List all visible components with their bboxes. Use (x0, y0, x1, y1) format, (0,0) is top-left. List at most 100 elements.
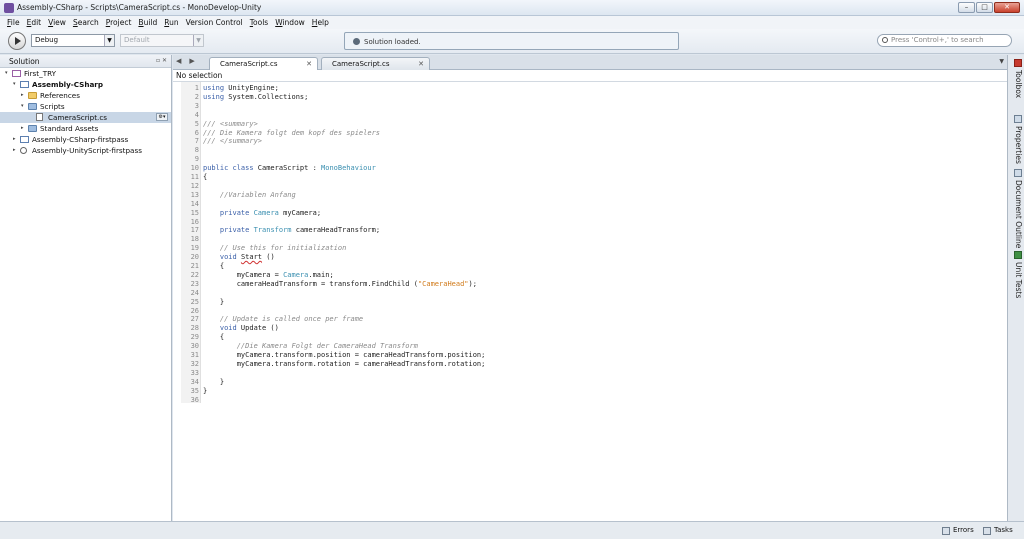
folder-blue-icon (28, 103, 37, 110)
chevron-down-icon: ▼ (193, 35, 203, 46)
code-token: Camera (253, 208, 279, 217)
tree-item[interactable]: ▸ Assembly-CSharp-firstpass (0, 134, 171, 145)
menu-item[interactable]: Tools (250, 18, 268, 27)
code-token: using (203, 92, 225, 101)
menu-item[interactable]: Window (275, 18, 305, 27)
collapsed-arrow-icon[interactable]: ▸ (21, 90, 24, 101)
minimize-button[interactable]: – (958, 2, 975, 13)
code-token: Update () (236, 324, 279, 333)
close-tab-icon[interactable]: ✕ (418, 58, 424, 70)
code-line: 8 (181, 146, 203, 155)
pad-icon (1014, 59, 1022, 67)
close-tab-icon[interactable]: ✕ (306, 58, 312, 70)
menu-label: iew (53, 18, 66, 27)
menu-item[interactable]: File (7, 18, 20, 27)
line-number: 4 (194, 110, 199, 119)
line-number: 23 (190, 279, 199, 288)
tree-item[interactable]: ▾ First_TRY (0, 68, 171, 79)
document-tab[interactable]: CameraScript.cs ✕ (321, 57, 430, 70)
code-token: } (203, 377, 225, 386)
pad-tab[interactable]: Unit Tests (1010, 251, 1023, 298)
close-button[interactable]: ✕ (994, 2, 1020, 13)
code-editor[interactable]: 1 using UnityEngine; 2 using System.Collect… (173, 82, 1007, 521)
collapsed-arrow-icon[interactable]: ▸ (21, 123, 24, 134)
line-number: 14 (190, 199, 199, 208)
tree-item[interactable]: ▾ Scripts (0, 101, 171, 112)
run-button[interactable] (8, 32, 26, 50)
code-token: cameraHeadTransform = transform.FindChil… (203, 279, 418, 288)
menu-item[interactable]: Help (312, 18, 329, 27)
tab-scroll-arrows-icon[interactable]: ◀▶ (176, 57, 203, 65)
expanded-arrow-icon[interactable]: ▾ (21, 101, 24, 112)
code-token: using (203, 84, 225, 92)
code-token: myCamera.transform.position = cameraHead… (203, 351, 486, 359)
menu-label: Version Control (185, 18, 243, 27)
tab-label: CameraScript.cs (220, 60, 278, 68)
tree-item[interactable]: ▸ Assembly-UnityScript-firstpass (0, 145, 171, 156)
menu-item[interactable]: View (48, 18, 66, 27)
menu-item[interactable]: Version Control (186, 18, 243, 27)
line-number: 20 (190, 253, 199, 262)
code-token: MonoBehaviour (321, 164, 376, 173)
menu-label: dit (31, 18, 42, 27)
tree-item[interactable]: CameraScript.cs ⚙▾ (0, 112, 171, 123)
tree-item-label: Assembly-UnityScript-firstpass (32, 146, 142, 155)
pad-tab[interactable]: Toolbox (1010, 59, 1023, 98)
status-bar: Errors Tasks (0, 521, 1024, 539)
line-number: 26 (190, 306, 199, 315)
pad-tab-label: Unit Tests (1014, 262, 1023, 299)
menu-item[interactable]: Build (138, 18, 157, 27)
errors-pad-button[interactable]: Errors (942, 525, 974, 536)
menu-item[interactable]: Search (73, 18, 99, 27)
line-number: 29 (190, 333, 199, 342)
code-line: 30 //Die Kamera Folgt der CameraHead Tra… (181, 342, 418, 351)
collapsed-arrow-icon[interactable]: ▸ (13, 134, 16, 145)
code-token: () (262, 253, 275, 262)
code-line: 28 void Update () (181, 324, 279, 333)
line-number: 36 (190, 395, 199, 404)
collapsed-arrow-icon[interactable]: ▸ (13, 145, 16, 156)
document-tab[interactable]: CameraScript.cs ✕ (209, 57, 318, 71)
code-token: cameraHeadTransform; (291, 226, 381, 235)
code-line: 26 (181, 307, 203, 316)
tasks-pad-button[interactable]: Tasks (983, 525, 1013, 536)
menu-label: indow (282, 18, 305, 27)
code-line: 33 (181, 369, 203, 378)
tree-item[interactable]: ▸ Standard Assets (0, 123, 171, 134)
code-token: void (219, 253, 237, 262)
search-input[interactable]: Press 'Control+,' to search (877, 34, 1012, 47)
line-number: 7 (194, 137, 199, 146)
line-number: 32 (190, 359, 199, 368)
line-number: 5 (194, 119, 199, 128)
status-panel: Solution loaded. (344, 32, 679, 50)
proj-icon (20, 81, 29, 88)
maximize-button[interactable]: □ (976, 2, 993, 13)
pad-tab[interactable]: Properties (1010, 115, 1023, 164)
tree-item[interactable]: ▸ References (0, 90, 171, 101)
pad-tab[interactable]: Document Outline (1010, 169, 1023, 248)
configuration-select[interactable]: Debug ▼ (31, 34, 115, 47)
pad-tab-label: Toolbox (1014, 70, 1023, 99)
line-number: 18 (190, 235, 199, 244)
platform-select[interactable]: Default ▼ (120, 34, 204, 47)
expanded-arrow-icon[interactable]: ▾ (5, 68, 8, 79)
menu-item[interactable]: Edit (27, 18, 42, 27)
code-line: 22 myCamera = Camera.main; (181, 271, 334, 280)
row-options-icon[interactable]: ⚙▾ (156, 113, 168, 121)
folder-icon (28, 92, 37, 99)
menu-item[interactable]: Run (164, 18, 178, 27)
tree-item-label: References (40, 91, 80, 100)
code-line: 14 (181, 200, 203, 209)
line-number: 34 (190, 377, 199, 386)
code-line: 34 } (181, 377, 225, 387)
expanded-arrow-icon[interactable]: ▾ (13, 79, 16, 90)
code-token: UnityEngine; (224, 84, 279, 92)
monodevelop-app-icon (4, 3, 14, 13)
code-token: { (203, 333, 225, 342)
tree-item[interactable]: ▾ Assembly-CSharp (0, 79, 171, 90)
pad-pin-close-icons[interactable]: ▫ ✕ (156, 57, 167, 64)
code-token: //Variablen Anfang (219, 190, 296, 199)
tab-list-dropdown-icon[interactable]: ▼ (999, 58, 1004, 65)
menu-item[interactable]: Project (106, 18, 132, 27)
